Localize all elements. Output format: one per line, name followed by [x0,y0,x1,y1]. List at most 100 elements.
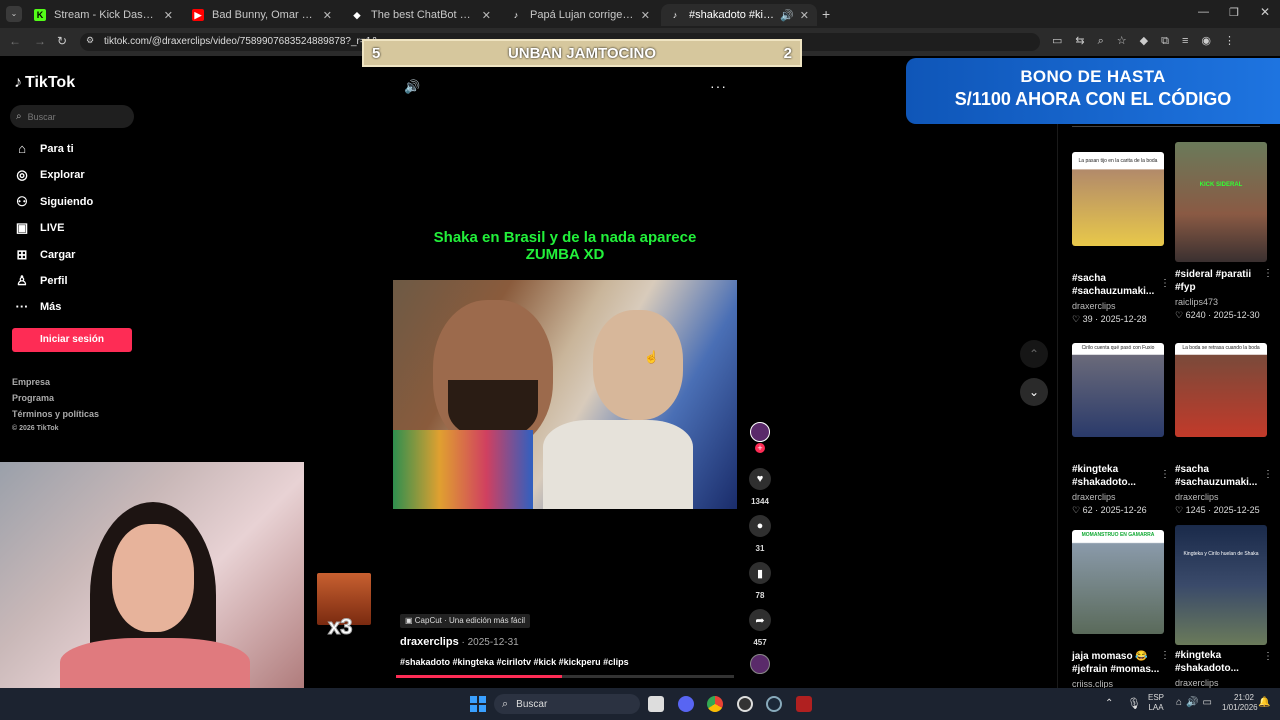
close-icon[interactable]: ✕ [323,9,332,22]
more-options-icon[interactable]: ··· [710,78,727,94]
minimize-button[interactable]: — [1198,6,1209,18]
bono-banner: BONO DE HASTA S/1100 AHORA CON EL CÓDIGO [906,58,1280,124]
video-frame[interactable] [393,280,737,509]
system-tray-icons[interactable]: ⌂🔊▭ [1176,697,1216,708]
bookmark-icon: ▮ [756,567,764,580]
browser-tab-streamelements[interactable]: ◆ The best ChatBot and Widgets✕ [343,4,499,26]
related-video-card[interactable]: La boda se retrasa cuando la boda #sacha… [1175,343,1273,516]
nav-para-ti[interactable]: ⌂ Para ti [14,141,74,156]
kick-icon: K [34,9,46,21]
back-button[interactable]: ← [9,34,21,48]
video-author[interactable]: draxerclips · 2025-12-31 [400,636,519,648]
speaker-icon[interactable]: 🔊 [780,9,794,22]
capcut-badge[interactable]: ▣ CapCut · Una edición más fácil [400,614,531,628]
forward-button[interactable]: → [34,34,46,48]
user-icon: ♙ [16,273,28,288]
music-disc-icon[interactable] [750,654,770,674]
browser-tab-tiktok-1[interactable]: ♪ Papá Lujan corrige a Jesús And✕ [502,4,658,26]
heart-icon: ♥ [756,473,764,485]
footer-link-programa[interactable]: Programa [12,393,54,403]
extensions-toolbar: ▭⇆⌕☆◆⧉≡◉⋮ [1052,35,1248,47]
save-count: 78 [755,591,765,600]
close-window-button[interactable]: ✕ [1260,5,1270,19]
related-video-card[interactable]: Kingteka y Cirilo huelan de Shaka #kingt… [1175,525,1273,688]
heart-outline-icon: ♡ [1072,505,1083,515]
footer-copyright: © 2026 TikTok [12,425,59,432]
related-video-card[interactable]: La pasan tijo en la carita de la boda #s… [1072,152,1170,325]
mic-icon[interactable]: 🎙 [1127,697,1141,710]
video-date: 2025-12-31 [467,637,519,648]
windows-taskbar [0,688,1280,720]
app-icon[interactable] [796,696,812,712]
more-icon[interactable]: ⋮ [1263,268,1273,279]
discord-icon[interactable] [678,696,694,712]
nav-live[interactable]: ▣ LIVE [14,220,65,236]
start-button[interactable] [470,696,486,712]
notification-icon[interactable]: 🔔 [1258,697,1270,708]
more-icon[interactable]: ⋮ [1263,469,1273,480]
browser-tab-tiktok-active[interactable]: ♪ #shakadoto #kingteka #ciril 🔊✕ [661,4,817,26]
nav-siguiendo[interactable]: ⚇ Siguiendo [14,194,93,210]
prev-video-button[interactable]: ⌃ [1020,340,1048,368]
cursor-icon: ☝ [644,350,659,364]
footer-link-terminos[interactable]: Términos y políticas [12,409,99,419]
footer-link-empresa[interactable]: Empresa [12,377,50,387]
home-icon: ⌂ [18,141,26,156]
streamer-face-front [112,524,194,632]
video-caption: Shaka en Brasil y de la nada aparece ZUM… [433,229,697,263]
share-button[interactable]: ➦ [749,609,771,631]
related-video-card[interactable]: Cirilo cuenta qué pasó con Fuxio #kingte… [1072,343,1170,516]
tray-chevron-icon[interactable]: ⌃ [1105,698,1113,709]
steam-icon[interactable] [766,696,782,712]
close-icon[interactable]: ✕ [641,9,650,22]
comment-icon: ● [756,520,764,532]
obs-icon[interactable] [737,696,753,712]
tab-search-button[interactable]: ⌄ [6,6,22,22]
chrome-icon[interactable] [707,696,723,712]
browser-tab-kick[interactable]: K Stream - Kick Dashboard✕ [26,4,181,26]
comment-button[interactable]: ● [749,515,771,537]
upload-icon: ⊞ [16,247,28,262]
next-video-button[interactable]: ⌄ [1020,378,1048,406]
share-count: 457 [753,638,767,647]
restore-button[interactable]: ❐ [1229,6,1239,19]
site-info-icon[interactable]: ⚙ [86,35,94,46]
live-icon: ▣ [15,220,29,235]
task-view-icon[interactable] [648,696,664,712]
browser-tab-youtube[interactable]: ▶ Bad Bunny, Omar Courtz, Dei V✕ [184,4,340,26]
author-avatar[interactable] [750,422,770,442]
nav-cargar[interactable]: ⊞ Cargar [14,247,76,263]
more-icon: ··· [15,299,29,314]
nav-perfil[interactable]: ♙ Perfil [14,273,67,289]
related-video-card[interactable]: KICK SIDERAL #sideral #paratii #fyp raic… [1175,142,1273,321]
close-icon[interactable]: ✕ [482,9,491,22]
close-icon[interactable]: ✕ [164,9,173,22]
unban-banner: 5 UNBAN JAMTOCINO 2 [362,39,802,67]
video-hashtags[interactable]: #shakadoto #kingteka #cirilotv #kick #ki… [400,657,629,667]
colorful-shirt [393,430,533,509]
like-button[interactable]: ♥ [749,468,771,490]
save-button[interactable]: ▮ [749,562,771,584]
person-right [593,310,683,420]
follow-plus-icon[interactable]: + [755,443,765,453]
taskbar-search[interactable]: ⌕ Buscar [494,694,640,714]
volume-icon[interactable]: 🔊 [404,79,420,95]
white-shirt [543,420,693,509]
nav-mas[interactable]: ··· Más [14,299,62,314]
clock[interactable]: 21:02 1/01/2026 [1222,693,1258,713]
nav-explorar[interactable]: ◎ Explorar [14,167,84,183]
close-icon[interactable]: ✕ [800,9,809,22]
more-icon[interactable]: ⋮ [1160,650,1170,661]
search-input[interactable]: ⌕ Buscar [10,105,134,128]
more-icon[interactable]: ⋮ [1160,278,1170,289]
tiktok-logo[interactable]: ♪ TikTok [14,74,75,92]
share-icon: ➦ [755,614,765,627]
more-icon[interactable]: ⋮ [1160,469,1170,480]
reload-button[interactable]: ↻ [57,34,67,48]
tiktok-icon: ♪ [14,74,22,91]
language-indicator[interactable]: ESP LAA [1148,693,1164,713]
more-icon[interactable]: ⋮ [1263,651,1273,662]
login-button[interactable]: Iniciar sesión [12,328,132,352]
related-video-card[interactable]: MOMANSTRUO EN GAMARRA jaja momaso 😂 #jef… [1072,530,1170,689]
new-tab-button[interactable]: + [822,6,830,22]
